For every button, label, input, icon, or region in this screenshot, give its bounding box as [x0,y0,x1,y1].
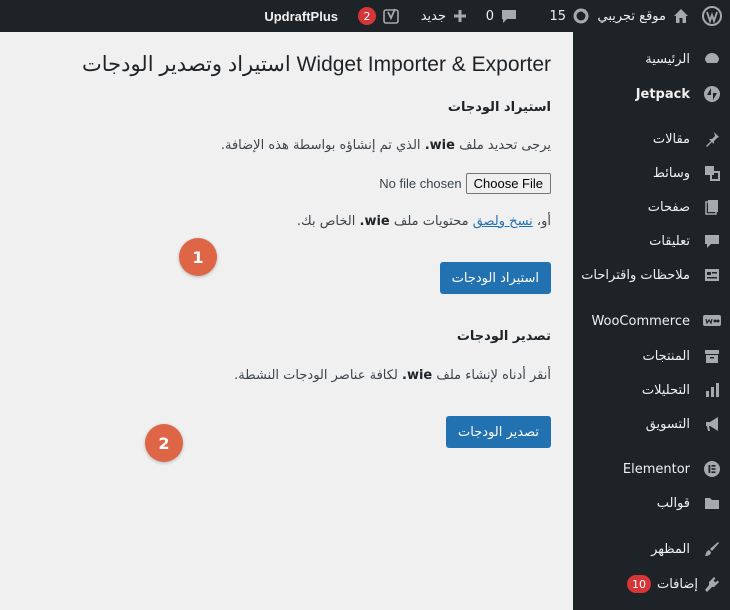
yoast-link[interactable] [382,0,400,32]
sidebar-item-label: ملاحظات واقتراحات [581,267,690,283]
sidebar-item-products[interactable]: المنتجات [573,339,730,373]
plugin-icon [702,574,722,594]
site-name-link[interactable]: موقع تجريبي [597,0,690,32]
archive-icon [702,346,722,366]
sidebar-item-jetpack[interactable]: Jetpack [573,77,730,111]
sidebar-item-label: وسائط [652,165,690,181]
pin-icon [702,129,722,149]
jetpack-icon [702,84,722,104]
sidebar-item-comments[interactable]: تعليقات [573,224,730,258]
comments-count: 0 [485,8,494,24]
sidebar-item-label: مقالات [652,131,690,147]
sidebar-item-label: التسويق [645,416,690,432]
copy-paste-link[interactable]: نسخ ولصق [473,214,533,229]
paste-instruction: أو، نسخ ولصق محتويات ملف wie. الخاص بك. [297,214,551,229]
import-instruction-pre: يرجى تحديد ملف [454,138,551,153]
updraftplus-label: UpdraftPlus [264,8,338,24]
file-extension: wie. [359,214,390,229]
sidebar-item-feedback[interactable]: ملاحظات واقتراحات [573,258,730,292]
sidebar-item-dashboard[interactable]: الرئيسية [573,42,730,76]
comment-bubble-icon [500,7,518,25]
new-content-link[interactable]: جديد [421,0,468,32]
file-extension: wie. [402,368,433,383]
sidebar-item-posts[interactable]: مقالات [573,122,730,156]
comment-icon [702,231,722,251]
brush-icon [702,539,722,559]
new-label: جديد [420,8,446,24]
admin-sidebar: الرئيسية Jetpack مقالات وسائط صفحات تعلي… [573,32,730,610]
export-instruction: أنقر أدناه لإنشاء ملف wie. لكافة عناصر ا… [234,368,551,383]
no-file-text: No file chosen [379,176,462,191]
export-instruction-pre: أنقر أدناه لإنشاء ملف [432,368,551,383]
or-label: أو، [532,214,551,229]
bar-chart-icon [702,380,722,400]
sidebar-item-label: قوالب [656,495,690,511]
sidebar-item-label: تعليقات [649,233,690,249]
sidebar-item-label: Elementor [622,461,690,477]
woo-icon [702,311,722,331]
export-widgets-button[interactable]: تصدير الودجات [446,416,551,448]
import-widgets-button[interactable]: استيراد الودجات [439,262,551,294]
elementor-icon [702,459,722,479]
main-content: Widget Importer & Exporter استيراد وتصدي… [0,32,573,610]
import-heading: استيراد الودجات [447,100,551,115]
site-name: موقع تجريبي [597,8,666,24]
folder-icon [702,493,722,513]
export-heading: تصدير الودجات [456,329,551,344]
yoast-icon [382,7,400,25]
sidebar-item-templates[interactable]: قوالب [573,486,730,520]
paste-post-text: الخاص بك. [296,214,360,229]
import-instruction: يرجى تحديد ملف wie. الذي تم إنشاؤه بواسط… [221,138,551,153]
pages-icon [702,197,722,217]
sidebar-item-elementor[interactable]: Elementor [573,452,730,486]
sidebar-item-label: المظهر [651,541,690,557]
step-marker-1: 1 [179,238,217,276]
sidebar-item-label: التحليلات [641,382,690,398]
admin-bar: موقع تجريبي 15 0 جديد 2 UpdraftPlus [0,0,730,32]
plugins-update-badge: 10 [626,575,651,593]
sidebar-item-media[interactable]: وسائط [573,156,730,190]
home-icon [672,7,690,25]
yoast-badge: 2 [358,0,376,32]
media-icon [702,163,722,183]
comments-link[interactable]: 0 [486,0,518,32]
sidebar-item-label: إضافات [656,576,698,592]
file-extension: wie. [424,138,455,153]
sidebar-item-appearance[interactable]: المظهر [573,532,730,566]
export-instruction-post: لكافة عناصر الودجات النشطة. [234,368,403,383]
updraftplus-link[interactable]: UpdraftPlus [264,0,338,32]
sidebar-item-plugins[interactable]: 10 إضافات [573,567,730,601]
step-marker-2: 2 [145,424,183,462]
page-title: Widget Importer & Exporter استيراد وتصدي… [81,53,551,76]
file-input-row: No file chosen Choose File [379,173,551,194]
wordpress-logo-icon[interactable] [702,0,722,32]
refresh-icon [572,7,590,25]
plus-icon [452,8,468,24]
updates-count: 15 [549,8,566,24]
updates-link[interactable]: 15 [549,0,590,32]
dashboard-icon [702,49,722,69]
sidebar-item-label: الرئيسية [645,51,690,67]
sidebar-item-analytics[interactable]: التحليلات [573,373,730,407]
sidebar-item-woocommerce[interactable]: WooCommerce [573,304,730,338]
sidebar-item-label: المنتجات [642,348,690,364]
sidebar-item-label: Jetpack [635,86,690,102]
import-instruction-post: الذي تم إنشاؤه بواسطة هذه الإضافة. [220,138,425,153]
sidebar-item-label: WooCommerce [591,313,690,329]
choose-file-button[interactable]: Choose File [465,173,551,194]
megaphone-icon [702,414,722,434]
paste-mid-text: محتويات ملف [389,214,473,229]
sidebar-item-label: صفحات [647,199,690,215]
yoast-count: 2 [358,7,376,25]
sidebar-item-marketing[interactable]: التسويق [573,407,730,441]
sidebar-item-pages[interactable]: صفحات [573,190,730,224]
feedback-icon [702,265,722,285]
